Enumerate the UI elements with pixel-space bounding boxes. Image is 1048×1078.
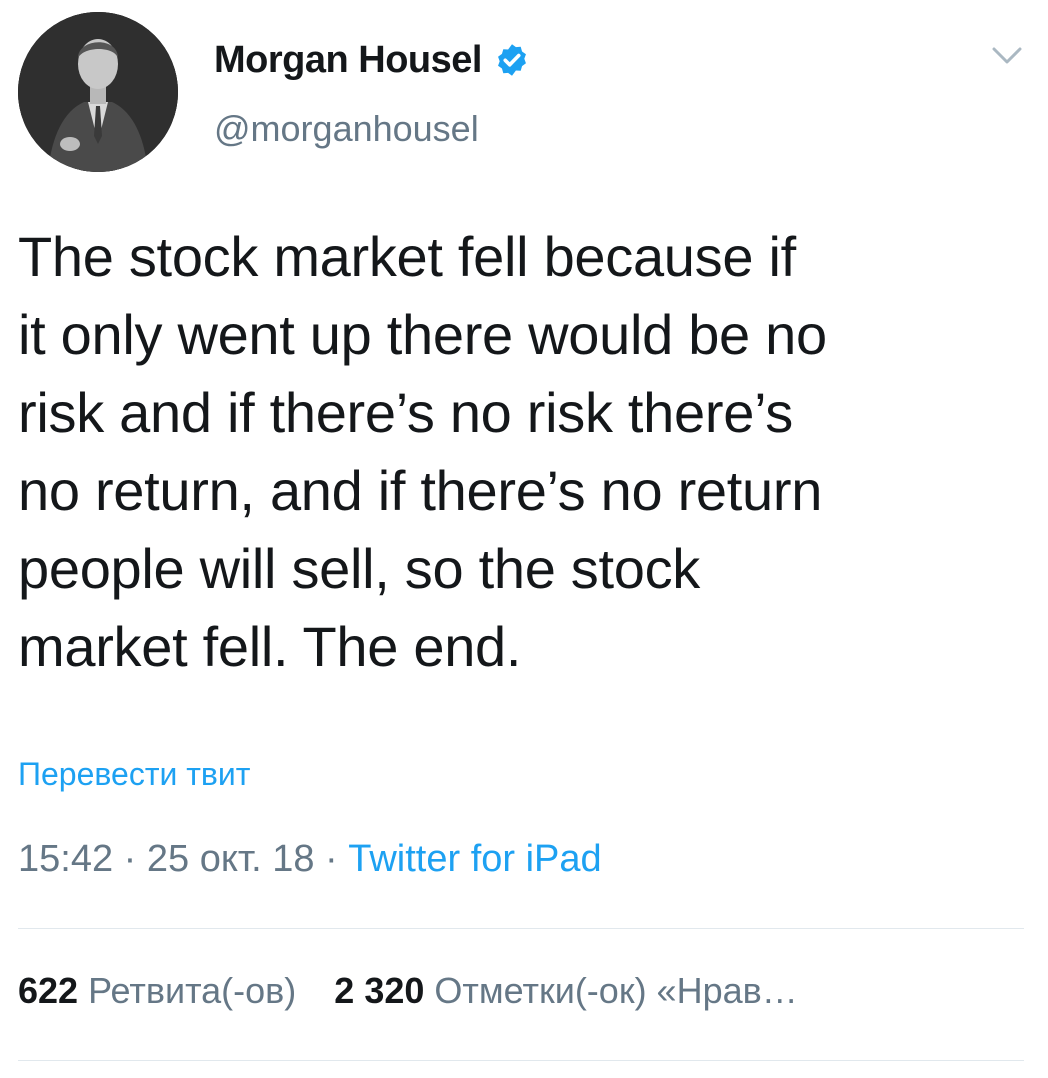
- avatar[interactable]: [18, 12, 178, 172]
- tweet-stats: 622 Ретвита(-ов) 2 320 Отметки(-ок) «Нрав…: [18, 970, 798, 1012]
- retweets-stat[interactable]: 622 Ретвита(-ов): [18, 970, 296, 1011]
- tweet-text: The stock market fell because if it only…: [18, 225, 827, 678]
- meta-separator: ·: [314, 838, 349, 880]
- tweet-time: 15:42: [18, 838, 114, 880]
- likes-label: Отметки(-ок) «Нрав…: [434, 970, 798, 1011]
- likes-stat[interactable]: 2 320 Отметки(-ок) «Нрав…: [334, 970, 797, 1011]
- retweets-count: 622: [18, 970, 79, 1011]
- tweet-metadata: 15:42 · 25 окт. 18 · Twitter for iPad: [18, 838, 602, 881]
- tweet-source-link[interactable]: Twitter for iPad: [348, 838, 601, 880]
- likes-count: 2 320: [334, 970, 425, 1011]
- author-handle[interactable]: @morganhousel: [214, 108, 479, 150]
- divider: [18, 1060, 1024, 1061]
- avatar-photo: [18, 12, 178, 172]
- translate-tweet-link[interactable]: Перевести твит: [18, 756, 250, 793]
- chevron-down-icon[interactable]: [990, 44, 1024, 68]
- author-name[interactable]: Morgan Housel: [214, 39, 482, 82]
- verified-badge-icon: [498, 44, 526, 76]
- author-name-row[interactable]: Morgan Housel: [214, 36, 530, 84]
- tweet-date[interactable]: 25 окт. 18: [147, 838, 315, 880]
- retweets-label: Ретвита(-ов): [88, 970, 297, 1011]
- meta-separator: ·: [113, 838, 147, 880]
- divider: [18, 928, 1024, 929]
